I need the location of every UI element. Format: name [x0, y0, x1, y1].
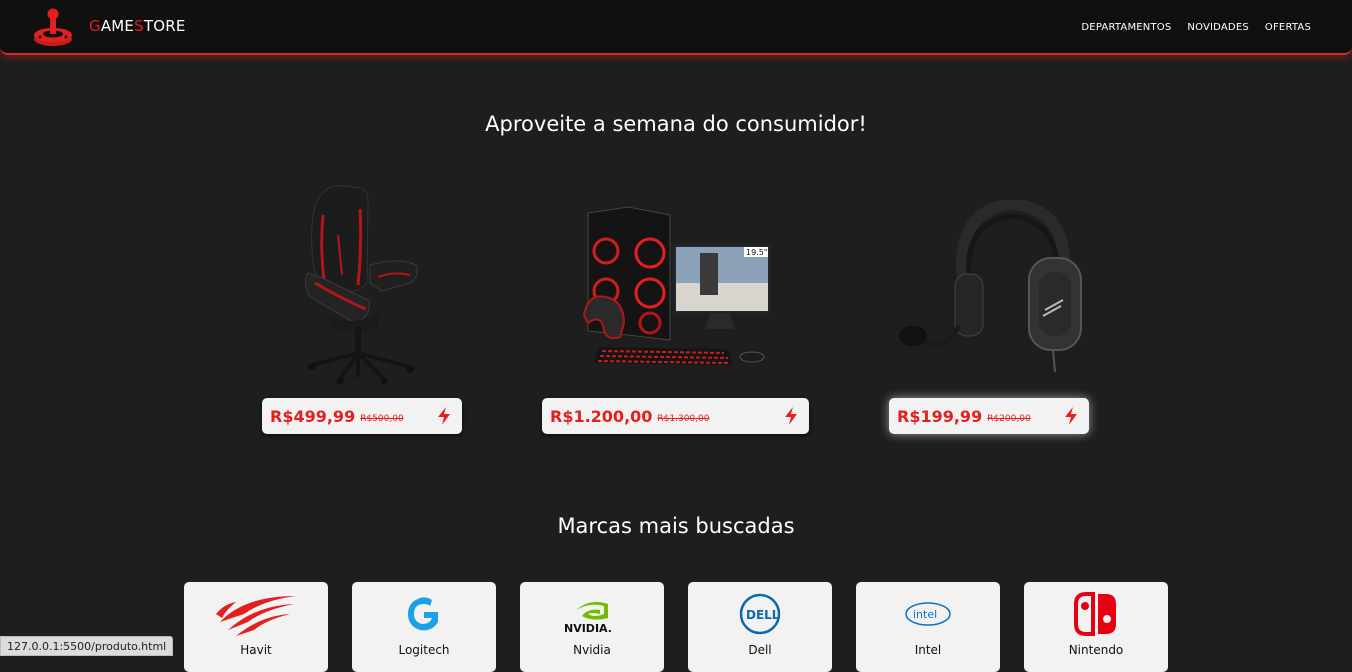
brand-name-label: Intel: [914, 643, 942, 657]
brand-name[interactable]: GAMESTORE: [89, 17, 186, 35]
nav-novidades[interactable]: NOVIDADES: [1187, 22, 1249, 33]
brand-letter-g: G: [89, 17, 101, 35]
promo-title: Aproveite a semana do consumidor!: [485, 112, 867, 136]
brand-card-logitech[interactable]: Logitech: [352, 582, 496, 672]
brand-name-label: Nintendo: [1068, 643, 1124, 657]
product-old-price: R$500,00: [360, 413, 404, 424]
brand-name-label: Havit: [240, 643, 272, 657]
product-old-price: R$1.300,00: [657, 413, 710, 424]
lightning-icon: [785, 407, 797, 425]
nav-departamentos[interactable]: DEPARTAMENTOS: [1081, 22, 1171, 33]
svg-text:19.5": 19.5": [746, 248, 768, 257]
top-navbar: GAMESTORE DEPARTAMENTOS NOVIDADES OFERTA…: [0, 0, 1352, 55]
lightning-icon: [1065, 407, 1077, 425]
joystick-logo-icon[interactable]: [32, 6, 74, 48]
product-price-tag[interactable]: R$1.200,00 R$1.300,00: [542, 398, 809, 434]
product-price: R$1.200,00: [550, 406, 653, 426]
brand-part-ame: AME: [100, 17, 135, 35]
lightning-icon: [438, 407, 450, 425]
brand-card-intel[interactable]: intel Intel: [856, 582, 1000, 672]
brand-card-dell[interactable]: DELL Dell: [688, 582, 832, 672]
brand-card-havit[interactable]: Havit: [184, 582, 328, 672]
brand-card-nintendo[interactable]: Nintendo: [1024, 582, 1168, 672]
brand-part-tore: TORE: [143, 17, 186, 35]
havit-logo-icon: [216, 596, 296, 636]
brand-name-label: Dell: [748, 643, 772, 657]
brand-card-nvidia[interactable]: NVIDIA. Nvidia: [520, 582, 664, 672]
product-price: R$499,99: [270, 406, 356, 426]
product-price: R$199,99: [897, 406, 983, 426]
product-price-tag[interactable]: R$499,99 R$500,00: [262, 398, 462, 434]
dell-logo-icon: DELL: [739, 593, 781, 635]
nvidia-logo-icon: NVIDIA.: [564, 602, 612, 635]
nintendo-switch-logo-icon: [1074, 592, 1116, 636]
brand-letter-s: S: [134, 17, 144, 35]
brand-name-label: Logitech: [398, 643, 450, 657]
gaming-pc-setup-image[interactable]: 19.5": [578, 205, 773, 370]
nav-ofertas[interactable]: OFERTAS: [1265, 22, 1311, 33]
logitech-logo-icon: [408, 597, 438, 631]
intel-logo-icon: intel: [905, 602, 951, 626]
gaming-chair-image[interactable]: [290, 185, 430, 385]
product-old-price: R$200,00: [987, 413, 1031, 424]
svg-text:intel: intel: [913, 608, 937, 621]
main-nav: DEPARTAMENTOS NOVIDADES OFERTAS: [1081, 22, 1311, 33]
svg-text:DELL: DELL: [746, 608, 780, 622]
brands-title: Marcas mais buscadas: [557, 514, 795, 538]
product-price-tag[interactable]: R$199,99 R$200,00: [889, 398, 1089, 434]
browser-status-bar: 127.0.0.1:5500/produto.html: [0, 636, 174, 656]
brand-name-label: Nvidia: [573, 643, 611, 657]
svg-text:NVIDIA.: NVIDIA.: [564, 622, 612, 635]
gaming-headset-image[interactable]: [893, 200, 1088, 375]
